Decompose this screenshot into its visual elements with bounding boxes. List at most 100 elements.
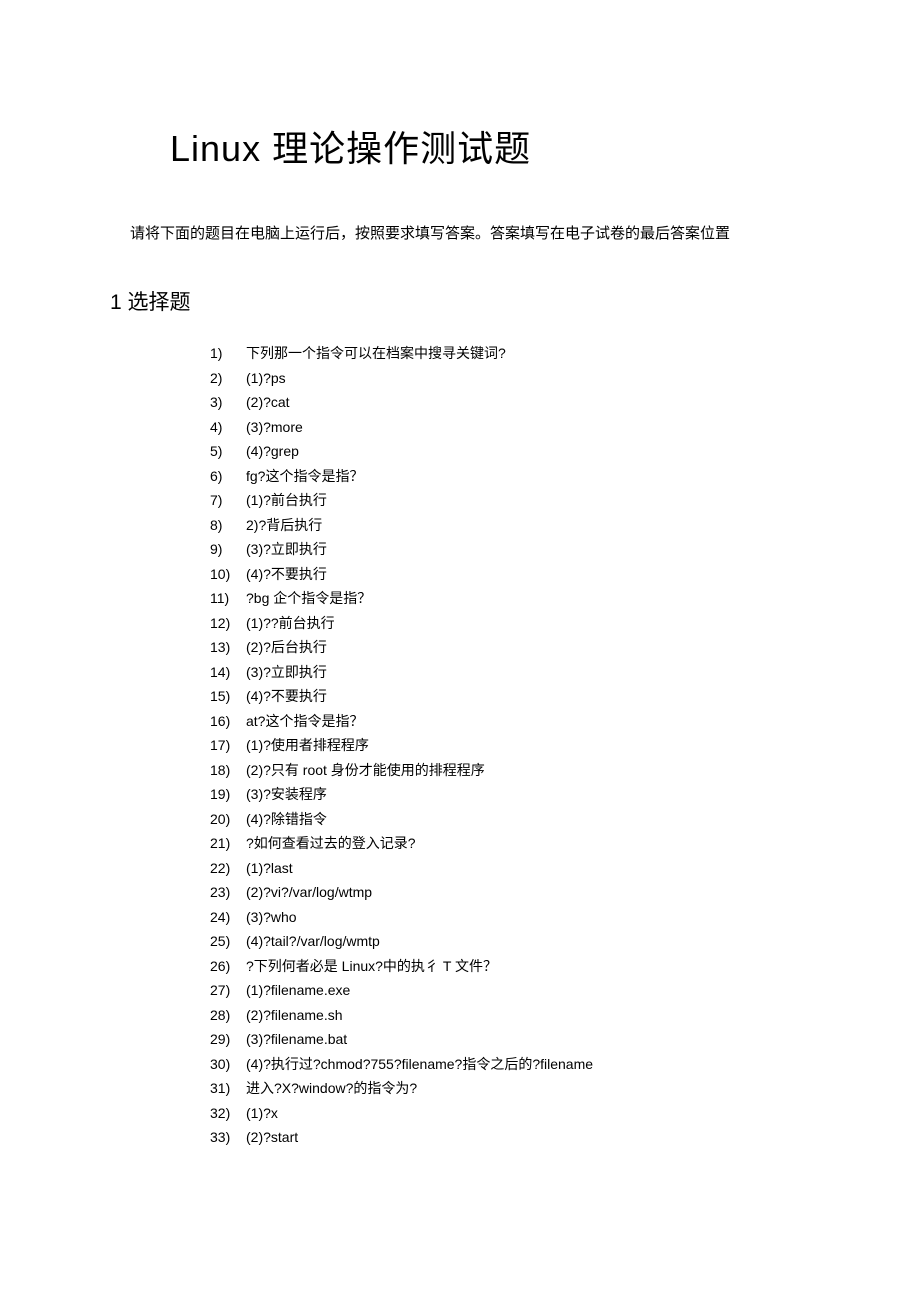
item-text: (3)?立即执行: [246, 541, 327, 557]
item-number: 21: [210, 831, 236, 856]
item-number: 22: [210, 856, 236, 881]
question-list: 1 下列那一个指令可以在档案中搜寻关键词? 2 (1)?ps 3 (2)?cat 4 (3)?…: [130, 341, 790, 1150]
item-text: fg?这个指令是指？: [246, 468, 363, 484]
list-item: 31 进入?X?window?的指令为?: [210, 1076, 790, 1101]
item-text: (4)?grep: [246, 443, 299, 459]
list-item: 13 (2)?后台执行: [210, 635, 790, 660]
item-text: (1)??前台执行: [246, 615, 335, 631]
item-text: (3)?filename.bat: [246, 1031, 347, 1047]
list-item: 25 (4)?tail?/var/log/wmtp: [210, 929, 790, 954]
item-number: 13: [210, 635, 236, 660]
list-item: 7 (1)?前台执行: [210, 488, 790, 513]
document-title: Linux 理论操作测试题: [170, 120, 790, 172]
item-number: 3: [210, 390, 236, 415]
list-item: 15(4)?不要执行: [210, 684, 790, 709]
list-item: 23 (2)?vi?/var/log/wtmp: [210, 880, 790, 905]
item-text: 进入?X?window?的指令为?: [246, 1080, 417, 1096]
item-number: 31: [210, 1076, 236, 1101]
list-item: 18(2)?只有 root 身份才能使用的排程程序: [210, 758, 790, 783]
item-text: (2)?start: [246, 1129, 298, 1145]
item-number: 14: [210, 660, 236, 685]
list-item: 10 (4)?不要执行: [210, 562, 790, 587]
item-number: 18: [210, 758, 236, 783]
list-item: 4 (3)?more: [210, 415, 790, 440]
item-number: 15: [210, 684, 236, 709]
item-text: (3)?who: [246, 909, 297, 925]
item-text: 下列那一个指令可以在档案中搜寻关键词?: [246, 345, 506, 361]
item-number: 8: [210, 513, 236, 538]
list-item: 12 (1)??前台执行: [210, 611, 790, 636]
item-number: 1: [210, 341, 236, 366]
list-item: 27 (1)?filename.exe: [210, 978, 790, 1003]
item-text: ?bg 企个指令是指？: [246, 590, 371, 606]
list-item: 5 (4)?grep: [210, 439, 790, 464]
item-text: ?如何查看过去的登入记录?: [246, 835, 416, 851]
item-number: 10: [210, 562, 236, 587]
list-item: 8 2)?背后执行: [210, 513, 790, 538]
item-number: 30: [210, 1052, 236, 1077]
list-item: 33 (2)?start: [210, 1125, 790, 1150]
item-text: (1)?filename.exe: [246, 982, 350, 998]
item-number: 16: [210, 709, 236, 734]
item-text: (3)?more: [246, 419, 303, 435]
item-number: 12: [210, 611, 236, 636]
item-text: (2)?vi?/var/log/wtmp: [246, 884, 372, 900]
list-item: 14 (3)?立即执行: [210, 660, 790, 685]
list-item: 20 (4)?除错指令: [210, 807, 790, 832]
item-number: 28: [210, 1003, 236, 1028]
item-number: 4: [210, 415, 236, 440]
item-number: 9: [210, 537, 236, 562]
item-text: ?下列何者必是 Linux?中的执彳 T 文件？: [246, 958, 497, 974]
item-number: 6: [210, 464, 236, 489]
document-page: Linux 理论操作测试题 请将下面的题目在电脑上运行后，按照要求填写答案。答案…: [0, 0, 920, 1210]
item-text: (2)?后台执行: [246, 639, 327, 655]
item-text: 2)?背后执行: [246, 517, 322, 533]
item-number: 19: [210, 782, 236, 807]
item-text: (1)?x: [246, 1105, 278, 1121]
item-number: 20: [210, 807, 236, 832]
list-item: 6 fg?这个指令是指？: [210, 464, 790, 489]
item-text: (1)?使用者排程程序: [246, 737, 369, 753]
item-text: (1)?ps: [246, 370, 286, 386]
item-number: 27: [210, 978, 236, 1003]
item-number: 17: [210, 733, 236, 758]
list-item: 1 下列那一个指令可以在档案中搜寻关键词?: [210, 341, 790, 366]
item-text: (2)?filename.sh: [246, 1007, 343, 1023]
item-text: (4)?执行过?chmod?755?filename?指令之后的?filenam…: [246, 1056, 593, 1072]
item-text: (4)?tail?/var/log/wmtp: [246, 933, 380, 949]
item-number: 11: [210, 586, 236, 611]
item-number: 29: [210, 1027, 236, 1052]
item-text: (1)?前台执行: [246, 492, 327, 508]
item-number: 26: [210, 954, 236, 979]
item-number: 5: [210, 439, 236, 464]
item-text: (3)?安装程序: [246, 786, 327, 802]
list-item: 3 (2)?cat: [210, 390, 790, 415]
list-item: 22 (1)?last: [210, 856, 790, 881]
item-number: 32: [210, 1101, 236, 1126]
list-item: 26 ?下列何者必是 Linux?中的执彳 T 文件？: [210, 954, 790, 979]
item-number: 25: [210, 929, 236, 954]
item-number: 2: [210, 366, 236, 391]
list-item: 2 (1)?ps: [210, 366, 790, 391]
list-item: 32 (1)?x: [210, 1101, 790, 1126]
list-item: 30 (4)?执行过?chmod?755?filename?指令之后的?filen…: [210, 1052, 790, 1077]
list-item: 17 (1)?使用者排程程序: [210, 733, 790, 758]
item-text: (1)?last: [246, 860, 293, 876]
item-text: (4)?不要执行: [246, 566, 327, 582]
item-number: 33: [210, 1125, 236, 1150]
item-text: (3)?立即执行: [246, 664, 327, 680]
list-item: 21 ?如何查看过去的登入记录?: [210, 831, 790, 856]
item-number: 24: [210, 905, 236, 930]
list-item: 24 (3)?who: [210, 905, 790, 930]
list-item: 11 ?bg 企个指令是指？: [210, 586, 790, 611]
list-item: 28 (2)?filename.sh: [210, 1003, 790, 1028]
list-item: 29 (3)?filename.bat: [210, 1027, 790, 1052]
list-item: 9 (3)?立即执行: [210, 537, 790, 562]
item-text: (4)?除错指令: [246, 811, 327, 827]
item-text: at?这个指令是指？: [246, 713, 363, 729]
item-number: 23: [210, 880, 236, 905]
list-item: 16 at?这个指令是指？: [210, 709, 790, 734]
item-text: (2)?cat: [246, 394, 290, 410]
item-number: 7: [210, 488, 236, 513]
intro-paragraph: 请将下面的题目在电脑上运行后，按照要求填写答案。答案填写在电子试卷的最后答案位置: [130, 222, 790, 246]
